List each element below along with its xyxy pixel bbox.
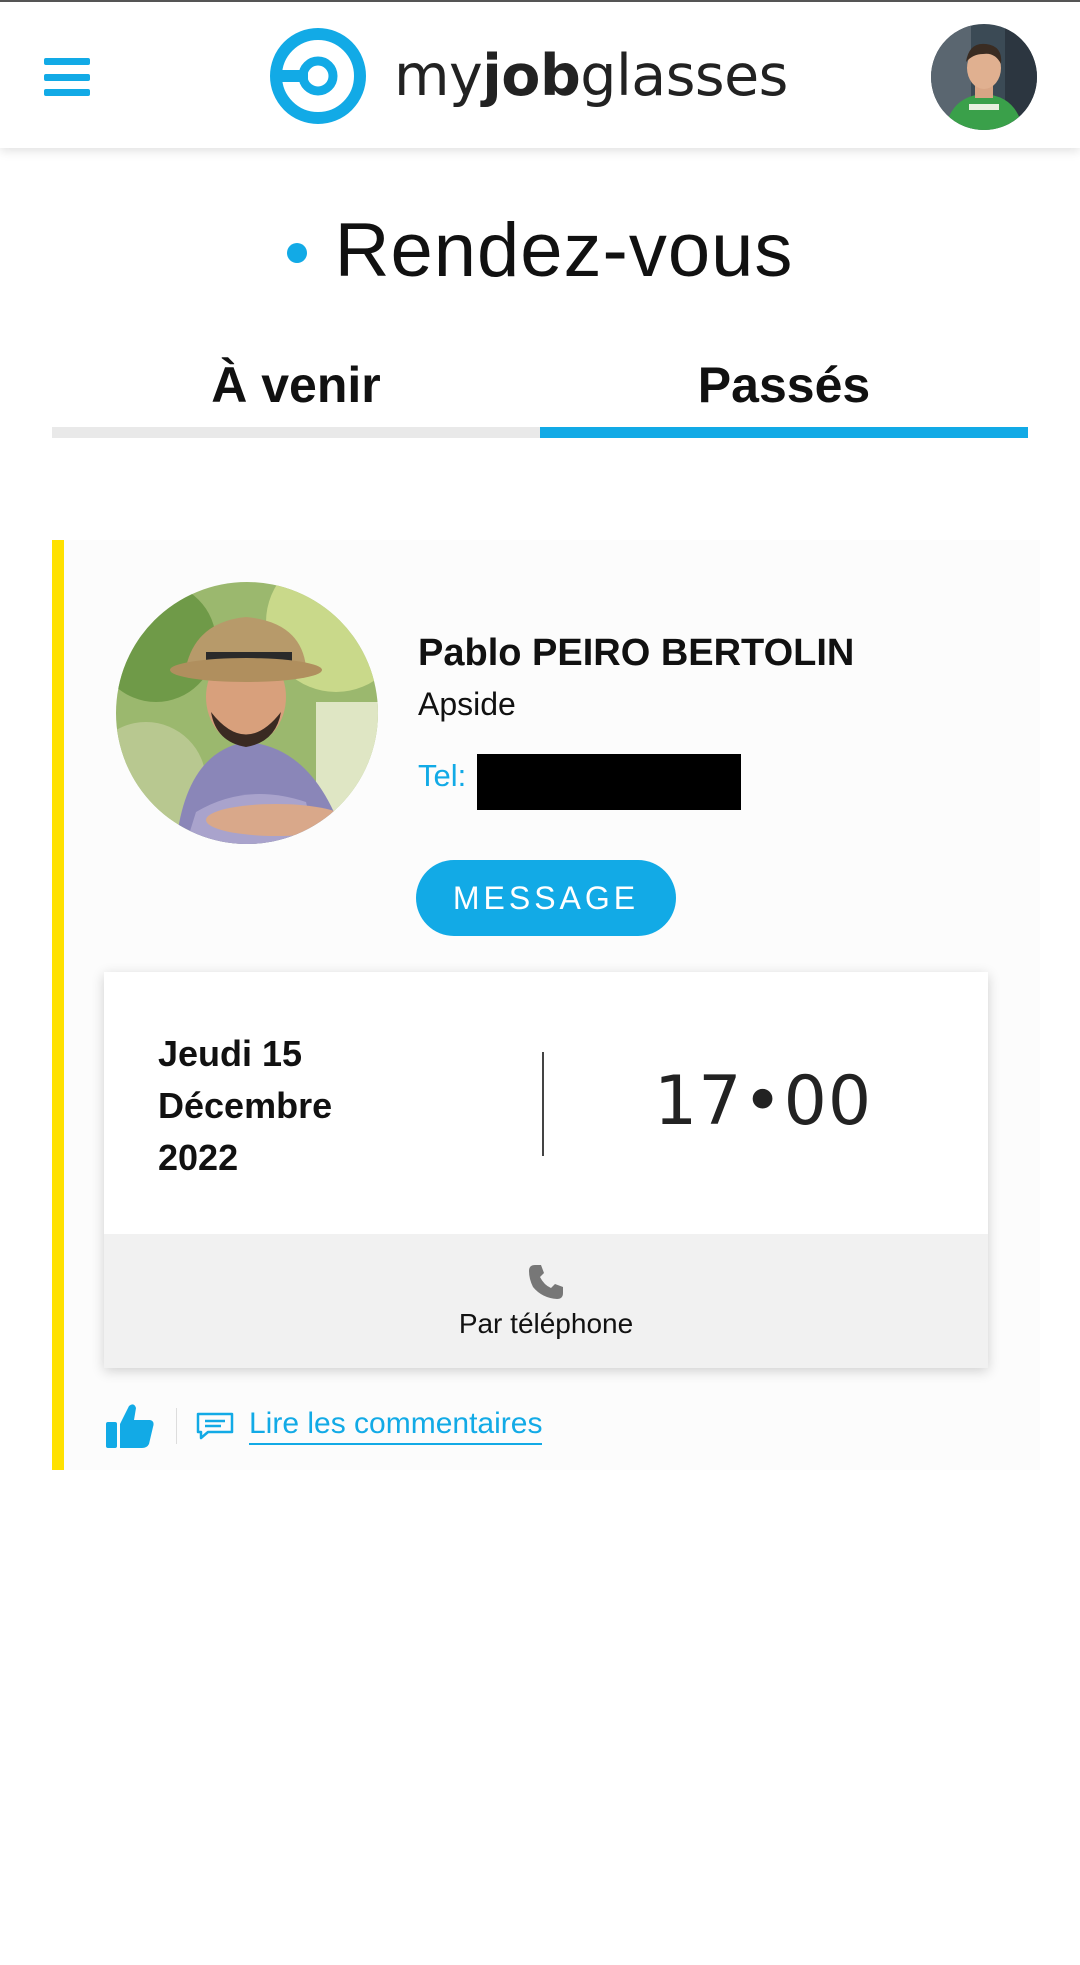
appointment-date: Jeudi 15 Décembre 2022 xyxy=(158,1028,458,1184)
phone-label: Tel: xyxy=(418,758,467,793)
user-avatar[interactable] xyxy=(931,24,1037,130)
professional-company: Apside xyxy=(418,686,516,722)
message-button[interactable]: MESSAGE xyxy=(416,860,676,936)
phone-redacted xyxy=(477,754,741,810)
tab-past[interactable]: Passés xyxy=(540,348,1028,438)
actions-separator xyxy=(176,1408,177,1444)
professional-name: Pablo PEIRO BERTOLIN xyxy=(418,632,855,674)
tab-bar: À venir Passés xyxy=(52,348,1028,438)
date-day: Jeudi 15 xyxy=(158,1033,303,1074)
thumbs-up-icon[interactable] xyxy=(104,1400,156,1452)
comment-icon xyxy=(196,1412,234,1440)
brand-wordmark: myjobglasses xyxy=(394,43,788,109)
appointment-card: Pablo PEIRO BERTOLIN Apside Tel: MESSAGE… xyxy=(52,540,1040,1470)
appointment-details: Jeudi 15 Décembre 2022 17•00 Par télépho… xyxy=(104,972,988,1368)
page-title: Rendez-vous xyxy=(334,207,794,293)
read-comments-link[interactable]: Lire les commentaires xyxy=(249,1407,543,1445)
tab-upcoming[interactable]: À venir xyxy=(52,348,540,438)
appointment-mode-label: Par téléphone xyxy=(458,1308,634,1339)
logo-mark-icon xyxy=(270,28,366,124)
phone-icon xyxy=(529,1265,563,1299)
professional-photo xyxy=(116,582,378,844)
top-bar: myjobglasses xyxy=(0,0,1080,148)
appointment-time: 17•00 xyxy=(654,1062,873,1141)
date-time-divider xyxy=(542,1052,544,1156)
brand-logo[interactable]: myjobglasses xyxy=(268,26,788,126)
page-heading: Rendez-vous xyxy=(0,200,1080,300)
hamburger-menu-icon[interactable] xyxy=(44,58,90,96)
card-actions: Lire les commentaires xyxy=(104,1398,543,1454)
date-month: Décembre xyxy=(158,1085,333,1126)
title-bullet-icon xyxy=(286,243,307,263)
date-year: 2022 xyxy=(158,1137,239,1178)
appointment-mode: Par téléphone xyxy=(104,1234,988,1368)
